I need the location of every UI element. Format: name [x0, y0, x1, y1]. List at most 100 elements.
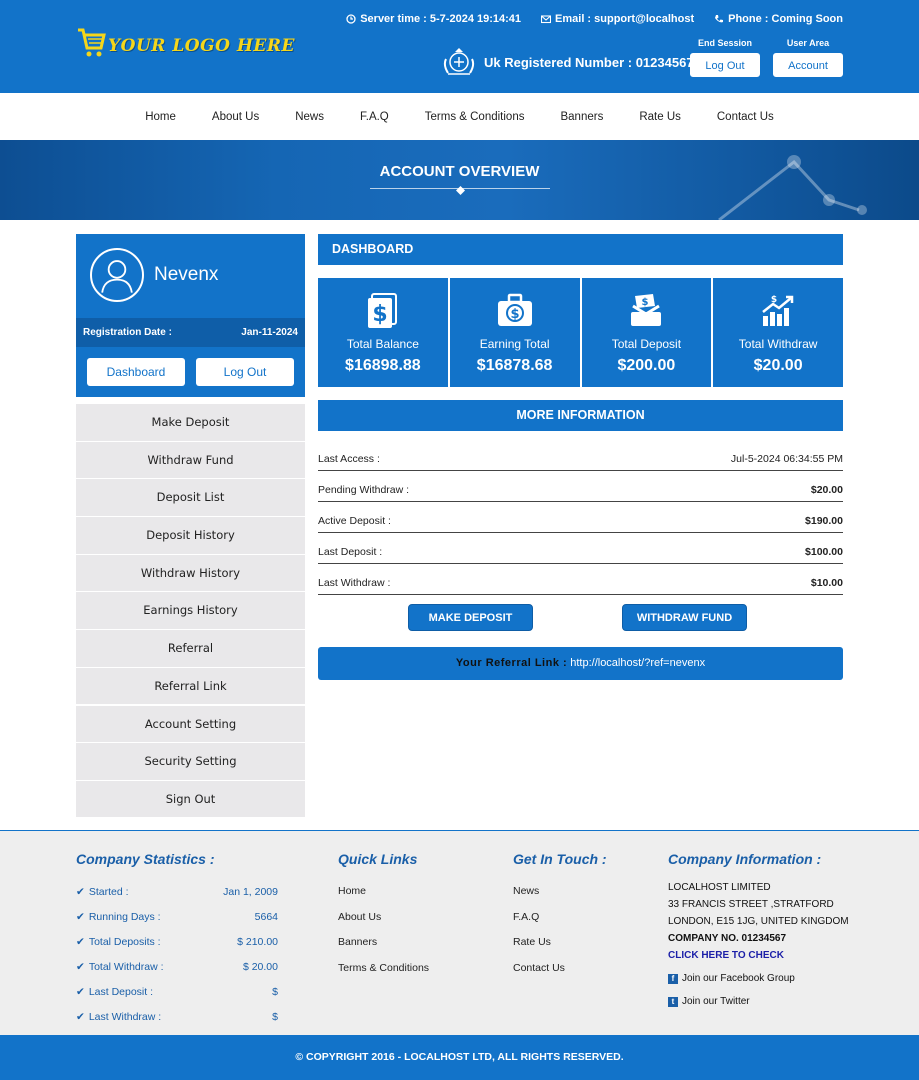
make-deposit-button[interactable]: MAKE DEPOSIT — [408, 604, 533, 631]
money-icon: $ — [367, 293, 397, 328]
company-number: COMPANY NO. 01234567 — [668, 933, 787, 944]
svg-text:$: $ — [771, 295, 777, 305]
footer-link-banners[interactable]: Banners — [338, 930, 429, 956]
nav-faq[interactable]: F.A.Q — [342, 111, 407, 123]
sidebar-item-earnings-history[interactable]: Earnings History — [76, 592, 305, 629]
withdraw-fund-button[interactable]: WITHDRAW FUND — [622, 604, 747, 631]
nav-banners[interactable]: Banners — [542, 111, 621, 123]
svg-text:$: $ — [372, 302, 387, 327]
stats-panel: $ Total Balance $16898.88 $ Earning Tota… — [318, 278, 843, 387]
stat-value: $16878.68 — [476, 357, 553, 374]
get-in-touch: Get In Touch : News F.A.Q Rate Us Contac… — [513, 851, 607, 981]
envelope-icon — [541, 15, 552, 24]
more-info-title: MORE INFORMATION — [318, 400, 843, 431]
referral-label: Your Referral Link : — [455, 657, 568, 669]
footer-link-terms[interactable]: Terms & Conditions — [338, 956, 429, 982]
stat-row: Started :Jan 1, 2009 — [76, 879, 278, 904]
referral-link-bar: Your Referral Link : http://localhost/?r… — [318, 647, 843, 680]
header-bar: YOUR LOGO HERE Server time : 5-7-2024 19… — [0, 0, 919, 93]
company-line: LOCALHOST LIMITED — [668, 882, 771, 893]
check-company-link[interactable]: CLICK HERE TO CHECK — [668, 947, 849, 964]
account-button[interactable]: Account — [773, 53, 843, 77]
sidebar-item-referral-link[interactable]: Referral Link — [76, 667, 305, 705]
nav-contact[interactable]: Contact Us — [699, 111, 792, 123]
dashboard-title: DASHBOARD — [318, 234, 843, 265]
sidebar-menu: Make Deposit Withdraw Fund Deposit List … — [76, 404, 305, 819]
sidebar-item-deposit-history[interactable]: Deposit History — [76, 517, 305, 554]
nav-rate[interactable]: Rate Us — [621, 111, 699, 123]
sidebar-item-make-deposit[interactable]: Make Deposit — [76, 404, 305, 441]
registration-date-bar: Registration Date : Jan-11-2024 — [76, 318, 305, 347]
registration-label: Registration Date : — [83, 327, 172, 338]
sidebar-item-withdraw-history[interactable]: Withdraw History — [76, 554, 305, 592]
info-row-active-deposit: Active Deposit : $190.00 — [318, 502, 843, 533]
facebook-link[interactable]: f Join our Facebook Group — [668, 970, 849, 987]
info-row-last-deposit: Last Deposit : $100.00 — [318, 533, 843, 564]
referral-url[interactable]: http://localhost/?ref=nevenx — [570, 657, 705, 669]
email-info: Email : support@localhost — [541, 13, 694, 25]
phone-info: Phone : Coming Soon — [714, 13, 843, 25]
profile-logout-button[interactable]: Log Out — [196, 358, 294, 386]
username: Nevenx — [154, 264, 219, 285]
footer-link-faq[interactable]: F.A.Q — [513, 905, 607, 931]
quick-links: Quick Links Home About Us Banners Terms … — [338, 851, 429, 981]
page-title: ACCOUNT OVERVIEW — [379, 163, 540, 180]
sidebar-item-referral[interactable]: Referral — [76, 630, 305, 667]
stat-value: $20.00 — [753, 357, 803, 374]
footer-link-news[interactable]: News — [513, 879, 607, 905]
twitter-link[interactable]: t Join our Twitter — [668, 993, 849, 1010]
profile-card: Nevenx Registration Date : Jan-11-2024 D… — [76, 234, 305, 397]
end-session-label: End Session — [697, 38, 752, 48]
end-session: End Session Log Out — [690, 38, 760, 77]
stat-value: $200.00 — [617, 357, 676, 374]
nav-terms[interactable]: Terms & Conditions — [407, 111, 543, 123]
nav-about[interactable]: About Us — [194, 111, 277, 123]
logo[interactable]: YOUR LOGO HERE — [76, 24, 295, 60]
nav-news[interactable]: News — [277, 111, 342, 123]
stat-label: Total Deposit — [611, 337, 682, 351]
stat-total-deposit: $ Total Deposit $200.00 — [581, 278, 712, 387]
footer-link-home[interactable]: Home — [338, 879, 429, 905]
stat-row: Total Withdraw :$ 20.00 — [76, 954, 278, 979]
company-statistics: Company Statistics : Started :Jan 1, 200… — [76, 851, 278, 1029]
server-time: Server time : 5-7-2024 19:14:41 — [346, 13, 521, 25]
phone-icon — [715, 15, 724, 23]
company-line: LONDON, E15 1JG, UNITED KINGDOM — [668, 916, 849, 927]
page-banner: ACCOUNT OVERVIEW — [0, 140, 919, 220]
deposit-icon: $ — [631, 294, 662, 326]
footer-link-about[interactable]: About Us — [338, 905, 429, 931]
top-info: Server time : 5-7-2024 19:14:41 Email : … — [346, 13, 843, 25]
stat-label: Total Withdraw — [738, 337, 818, 351]
svg-text:$: $ — [510, 307, 519, 322]
footer-link-rate[interactable]: Rate Us — [513, 930, 607, 956]
stat-row: Last Deposit :$ — [76, 979, 278, 1004]
diamond-icon — [456, 186, 465, 195]
company-info-heading: Company Information : — [668, 851, 822, 867]
stat-row: Last Withdraw :$ — [76, 1004, 278, 1029]
nav-home[interactable]: Home — [127, 111, 194, 123]
user-avatar-icon — [90, 248, 144, 302]
registration-date: Jan-11-2024 — [241, 327, 298, 338]
stat-label: Earning Total — [479, 337, 550, 351]
dashboard-button[interactable]: Dashboard — [87, 358, 185, 386]
twitter-icon: t — [668, 996, 678, 1007]
company-line: 33 FRANCIS STREET ,STRATFORD — [668, 899, 834, 910]
stat-value: $16898.88 — [345, 357, 421, 374]
get-in-touch-heading: Get In Touch : — [513, 851, 607, 867]
registered-number: Uk Registered Number : 01234567 — [442, 47, 694, 77]
sidebar-item-withdraw-fund[interactable]: Withdraw Fund — [76, 441, 305, 479]
footer-link-contact[interactable]: Contact Us — [513, 956, 607, 982]
sidebar-item-sign-out[interactable]: Sign Out — [76, 780, 305, 818]
sidebar-item-account-setting[interactable]: Account Setting — [76, 705, 305, 742]
clock-icon — [346, 14, 356, 24]
sidebar-item-deposit-list[interactable]: Deposit List — [76, 479, 305, 516]
info-row-last-access: Last Access : Jul-5-2024 06:34:55 PM — [318, 440, 843, 471]
user-area-label: User Area — [786, 38, 830, 48]
cart-icon — [78, 28, 106, 57]
header-logout-button[interactable]: Log Out — [690, 53, 760, 77]
info-row-last-withdraw: Last Withdraw : $10.00 — [318, 564, 843, 595]
sidebar-item-security-setting[interactable]: Security Setting — [76, 743, 305, 780]
stat-label: Total Balance — [346, 337, 419, 351]
stat-earning-total: $ Earning Total $16878.68 — [449, 278, 580, 387]
footer: Company Statistics : Started :Jan 1, 200… — [0, 830, 919, 1035]
